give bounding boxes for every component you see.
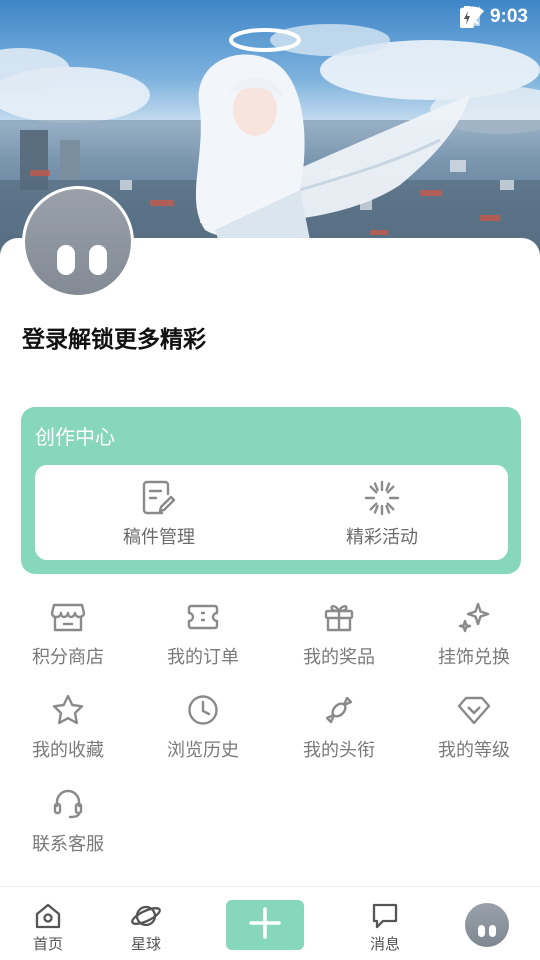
- nav-avatar-left-eye: [478, 925, 485, 937]
- create-post-button[interactable]: [226, 900, 304, 950]
- avatar[interactable]: [22, 186, 134, 298]
- nav-planet-label: 星球: [130, 935, 161, 953]
- contact-support-label: 联系客服: [32, 834, 104, 855]
- edit-document-icon: [79, 479, 239, 517]
- manuscript-management-button[interactable]: 稿件管理: [79, 479, 239, 549]
- nav-planet[interactable]: 星球: [106, 901, 186, 954]
- clock-icon: [143, 690, 263, 730]
- avatar-right-eye: [89, 245, 107, 275]
- points-store-button[interactable]: 积分商店: [8, 597, 128, 669]
- manuscript-management-label: 稿件管理: [123, 527, 195, 548]
- sparkle-burst-icon: [302, 479, 462, 517]
- points-store-label: 积分商店: [32, 647, 104, 668]
- nav-messages-label: 消息: [369, 935, 400, 953]
- my-orders-button[interactable]: 我的订单: [143, 597, 263, 669]
- avatar-left-eye: [57, 245, 75, 275]
- store-icon: [8, 597, 128, 637]
- browsing-history-button[interactable]: 浏览历史: [143, 690, 263, 762]
- headset-icon: [8, 784, 128, 824]
- status-time: 9:03: [489, 6, 528, 27]
- creation-center-panel: 稿件管理 精彩活动: [35, 465, 508, 560]
- sparkles-icon: [414, 597, 534, 637]
- featured-activities-label: 精彩活动: [346, 527, 418, 548]
- login-prompt[interactable]: 登录解锁更多精彩: [22, 320, 206, 354]
- planet-icon: [106, 901, 186, 931]
- nav-home[interactable]: 首页: [8, 901, 88, 954]
- browsing-history-label: 浏览历史: [167, 740, 239, 761]
- nav-avatar-right-eye: [489, 925, 496, 937]
- diamond-icon: [414, 690, 534, 730]
- my-prizes-button[interactable]: 我的奖品: [279, 597, 399, 669]
- my-prizes-label: 我的奖品: [303, 647, 375, 668]
- gift-icon: [279, 597, 399, 637]
- my-favorites-label: 我的收藏: [32, 740, 104, 761]
- status-bar: 9:03: [0, 0, 540, 36]
- nav-messages[interactable]: 消息: [345, 901, 425, 954]
- my-level-button[interactable]: 我的等级: [414, 690, 534, 762]
- candy-icon: [279, 690, 399, 730]
- my-titles-label: 我的头衔: [303, 740, 375, 761]
- my-titles-button[interactable]: 我的头衔: [279, 690, 399, 762]
- pendant-exchange-label: 挂饰兑换: [438, 647, 510, 668]
- featured-activities-button[interactable]: 精彩活动: [302, 479, 462, 549]
- home-icon: [8, 901, 88, 931]
- nav-home-label: 首页: [32, 935, 63, 953]
- message-icon: [345, 901, 425, 931]
- plus-icon: [249, 907, 281, 943]
- ticket-icon: [143, 597, 263, 637]
- pendant-exchange-button[interactable]: 挂饰兑换: [414, 597, 534, 669]
- bottom-nav: 首页 星球 消息: [0, 886, 540, 960]
- creation-center-title: 创作中心: [35, 425, 115, 449]
- my-level-label: 我的等级: [438, 740, 510, 761]
- contact-support-button[interactable]: 联系客服: [8, 784, 128, 856]
- nav-profile-avatar[interactable]: [465, 903, 509, 947]
- creation-center-card: 创作中心 稿件管理 精彩活动: [21, 407, 521, 574]
- my-orders-label: 我的订单: [167, 647, 239, 668]
- my-favorites-button[interactable]: 我的收藏: [8, 690, 128, 762]
- star-icon: [8, 690, 128, 730]
